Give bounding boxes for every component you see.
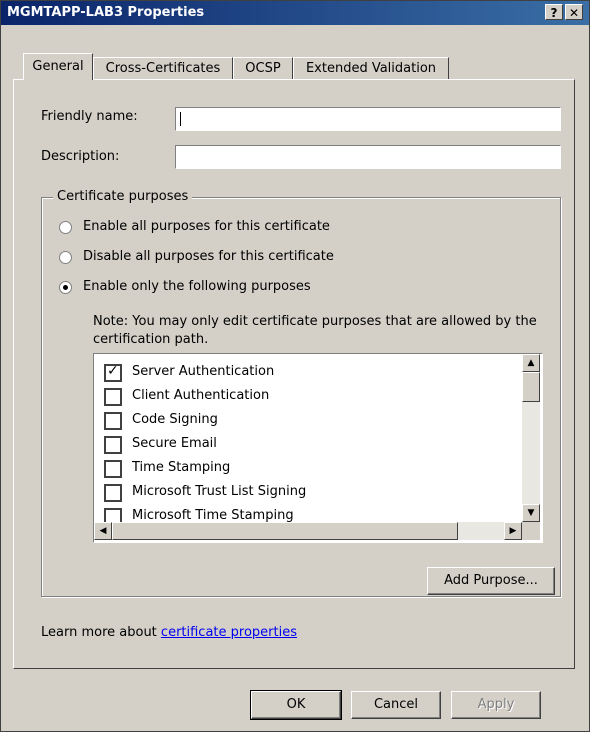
checkbox[interactable] — [104, 436, 122, 454]
scroll-right-icon[interactable]: ▶ — [504, 522, 522, 540]
certificate-purposes-title: Certificate purposes — [53, 189, 193, 204]
list-item[interactable]: Client Authentication — [104, 386, 514, 408]
description-field[interactable] — [175, 145, 561, 169]
friendly-name-label: Friendly name: — [41, 109, 138, 124]
radio-label: Disable all purposes for this certificat… — [83, 249, 334, 264]
window-title: MGMTAPP-LAB3 Properties — [7, 5, 205, 20]
purpose-label: Code Signing — [132, 412, 218, 427]
learn-more-prefix: Learn more about — [41, 625, 161, 640]
purpose-label: Microsoft Trust List Signing — [132, 484, 307, 499]
checkbox[interactable] — [104, 460, 122, 478]
purpose-label: Secure Email — [132, 436, 217, 451]
description-label: Description: — [41, 149, 120, 164]
radio-label: Enable all purposes for this certificate — [83, 219, 330, 234]
tab-extended-validation[interactable]: Extended Validation — [293, 57, 449, 79]
list-item[interactable]: Secure Email — [104, 434, 514, 456]
properties-dialog: MGMTAPP-LAB3 Properties ? ✕ General Cros… — [0, 0, 590, 732]
checkbox[interactable] — [104, 484, 122, 502]
close-button[interactable]: ✕ — [565, 4, 583, 20]
help-button[interactable]: ? — [545, 4, 563, 20]
purposes-listbox[interactable]: Server Authentication Client Authenticat… — [93, 353, 543, 543]
horizontal-scrollbar[interactable]: ◀ ▶ — [94, 522, 522, 540]
tab-general[interactable]: General — [23, 53, 93, 80]
radio-circle[interactable] — [59, 251, 72, 264]
list-item[interactable]: Time Stamping — [104, 458, 514, 480]
scrollbar-corner — [522, 522, 540, 540]
scroll-left-icon[interactable]: ◀ — [94, 522, 112, 540]
checkbox[interactable] — [104, 412, 122, 430]
apply-button[interactable]: Apply — [451, 691, 541, 719]
add-purpose-button[interactable]: Add Purpose... — [427, 567, 555, 595]
list-item[interactable]: Code Signing — [104, 410, 514, 432]
radio-circle-selected[interactable] — [59, 281, 72, 294]
list-item[interactable]: Microsoft Trust List Signing — [104, 482, 514, 504]
tab-cross-certificates[interactable]: Cross-Certificates — [93, 57, 233, 79]
radio-label: Enable only the following purposes — [83, 279, 311, 294]
ok-button[interactable]: OK — [250, 690, 342, 720]
purposes-note: Note: You may only edit certificate purp… — [93, 314, 537, 347]
certificate-properties-link[interactable]: certificate properties — [161, 625, 297, 640]
scroll-thumb[interactable] — [522, 372, 540, 402]
purpose-label: Client Authentication — [132, 388, 270, 403]
list-item[interactable]: Server Authentication — [104, 362, 514, 384]
purpose-label: Microsoft Time Stamping — [132, 508, 294, 523]
title-bar[interactable]: MGMTAPP-LAB3 Properties ? ✕ — [1, 1, 589, 25]
scroll-up-icon[interactable]: ▲ — [522, 354, 540, 372]
purpose-label: Server Authentication — [132, 364, 275, 379]
purpose-label: Time Stamping — [132, 460, 231, 475]
friendly-name-field[interactable] — [175, 107, 561, 131]
checkbox[interactable] — [104, 388, 122, 406]
radio-circle[interactable] — [59, 221, 72, 234]
checkbox-checked[interactable] — [104, 363, 122, 382]
scroll-thumb[interactable] — [112, 522, 458, 540]
cancel-button[interactable]: Cancel — [351, 691, 441, 719]
vertical-scrollbar[interactable]: ▲ ▼ — [522, 354, 540, 522]
learn-more-text: Learn more about certificate properties — [41, 625, 297, 640]
scroll-down-icon[interactable]: ▼ — [522, 504, 540, 522]
tab-ocsp[interactable]: OCSP — [233, 57, 293, 79]
